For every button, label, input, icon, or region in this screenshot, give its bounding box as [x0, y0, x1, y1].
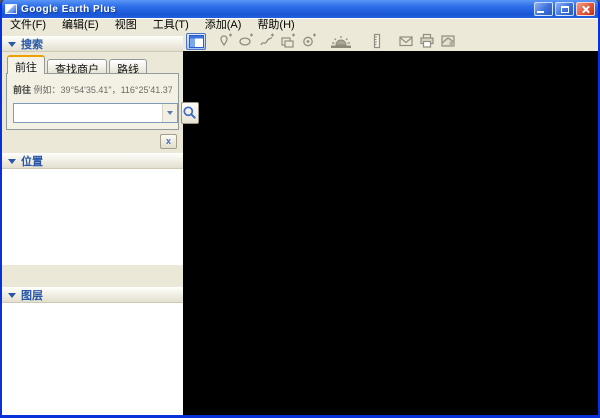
close-icon — [581, 5, 590, 14]
record-tour-button[interactable] — [299, 33, 319, 50]
menu-help[interactable]: 帮助(H) — [249, 19, 302, 31]
print-icon — [420, 33, 434, 48]
menu-bar: 文件(F) 编辑(E) 视图 工具(T) 添加(A) 帮助(H) — [2, 18, 598, 31]
email-icon — [399, 36, 413, 47]
search-icon — [183, 106, 196, 119]
places-panel[interactable] — [2, 169, 183, 265]
collapse-triangle-icon — [8, 158, 16, 164]
search-panel: 前往 查找商户 路线 前往 例如：39°54'35.41"，116°25'41.… — [2, 52, 199, 153]
clear-search-results-button[interactable]: x — [160, 134, 177, 149]
image-overlay-icon — [281, 33, 295, 48]
maximize-button[interactable] — [555, 2, 574, 16]
title-bar: Google Earth Plus — [2, 0, 598, 18]
search-panel-title: 搜索 — [21, 39, 43, 51]
panel-splitter[interactable] — [2, 265, 183, 287]
app-icon — [5, 4, 17, 14]
chevron-down-icon — [167, 111, 173, 115]
layers-panel-header[interactable]: 图层 — [2, 287, 183, 303]
add-image-overlay-button[interactable] — [278, 33, 298, 50]
window-controls — [534, 2, 595, 16]
add-polygon-button[interactable] — [236, 33, 256, 50]
search-clear-row: x — [6, 130, 179, 149]
collapse-triangle-icon — [8, 292, 16, 298]
fly-to-pane: 前往 例如：39°54'35.41"，116°25'41.37" — [6, 73, 199, 130]
polygon-icon — [239, 33, 253, 46]
main-area — [183, 31, 598, 415]
close-button[interactable] — [576, 2, 595, 16]
search-input[interactable] — [14, 104, 162, 122]
search-button[interactable] — [181, 102, 199, 124]
sidebar: 搜索 前往 查找商户 路线 前往 例如：39°54'35.41"，116°25'… — [2, 31, 199, 415]
window-title: Google Earth Plus — [21, 3, 117, 15]
maximize-icon — [560, 5, 569, 13]
add-path-button[interactable] — [257, 33, 277, 50]
places-panel-header[interactable]: 位置 — [2, 153, 183, 169]
toggle-sidebar-button[interactable] — [186, 32, 206, 50]
search-panel-header[interactable]: 搜索 — [2, 36, 183, 52]
search-history-dropdown[interactable] — [162, 104, 177, 122]
minimize-icon — [537, 11, 544, 13]
add-placemark-button[interactable] — [215, 33, 235, 50]
application-window: Google Earth Plus 文件(F) 编辑(E) 视图 工具(T) 添… — [0, 0, 600, 418]
print-button[interactable] — [417, 33, 437, 50]
search-input-wrap — [13, 103, 178, 123]
menu-file[interactable]: 文件(F) — [2, 19, 54, 31]
menu-view[interactable]: 视图 — [107, 19, 145, 31]
sidebar-icon — [188, 34, 204, 48]
sunlight-button[interactable] — [328, 33, 354, 50]
search-input-row — [13, 102, 199, 124]
earth-viewport[interactable] — [183, 51, 598, 415]
ruler-icon — [373, 33, 381, 49]
places-panel-title: 位置 — [21, 156, 43, 168]
minimize-button[interactable] — [534, 2, 553, 16]
menu-add[interactable]: 添加(A) — [197, 19, 250, 31]
layers-panel-title: 图层 — [21, 290, 43, 302]
placemark-icon — [220, 33, 232, 47]
menu-tools[interactable]: 工具(T) — [145, 19, 197, 31]
sunlight-icon — [331, 35, 351, 48]
path-icon — [260, 33, 274, 46]
email-button[interactable] — [396, 33, 416, 50]
collapse-triangle-icon — [8, 41, 16, 47]
fly-to-example-text: 例如：39°54'35.41"，116°25'41.37" — [33, 85, 172, 95]
ruler-button[interactable] — [367, 33, 387, 50]
google-maps-icon — [441, 35, 455, 47]
tab-find-businesses[interactable]: 查找商户 — [47, 59, 107, 76]
record-tour-icon — [303, 33, 316, 47]
fly-to-example: 前往 例如：39°54'35.41"，116°25'41.37" — [13, 83, 172, 96]
view-in-google-maps-button[interactable] — [438, 33, 458, 50]
tab-directions[interactable]: 路线 — [109, 59, 147, 76]
fly-to-example-prefix: 前往 — [13, 85, 32, 95]
search-tabs: 前往 查找商户 路线 — [7, 55, 179, 76]
tab-fly-to[interactable]: 前往 — [7, 55, 45, 74]
layers-panel[interactable] — [2, 303, 183, 415]
menu-edit[interactable]: 编辑(E) — [54, 19, 107, 31]
toolbar — [183, 31, 598, 51]
